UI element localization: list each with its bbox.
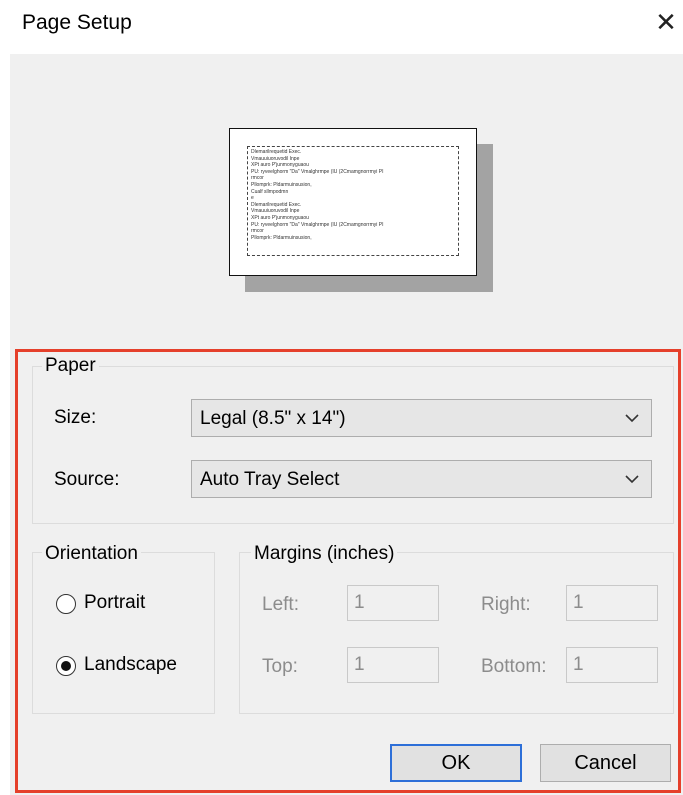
preview-text-line: rmcor [251, 228, 264, 235]
preview-text-line: e [251, 195, 254, 202]
page-preview: Dlemarilrequetid Exec. Vmauuiuoruvodil I… [229, 128, 477, 276]
preview-text-line: Pllomprk: Pldarmuinsusion, [251, 181, 312, 188]
highlight-box [15, 349, 681, 793]
preview-text-line: rmcor [251, 175, 264, 182]
preview-text-line: PU: ryveelghorm "Da" Vmalghrmpe (IU (2Cm… [251, 221, 384, 228]
preview-text-line: Pllomprk: Pldarmuinsusion, [251, 234, 312, 241]
preview-text-line: Vmauuiuoruvodil Inpe [251, 208, 300, 215]
preview-text-line: Dlemarilrequetid Exec. [251, 201, 302, 208]
preview-text-line: PU: ryveelghorm "Da" Vmalghrmpe (IU (2Cm… [251, 168, 384, 175]
preview-text-line: XPt auro P'junmonyguaou [251, 162, 309, 169]
preview-text-line: XPt auro P'junmonyguaou [251, 214, 309, 221]
close-icon[interactable]: ✕ [652, 6, 680, 38]
preview-text-line: Cualf sllmpodmn [251, 188, 289, 195]
title-bar: Page Setup ✕ [0, 0, 683, 50]
dialog-title: Page Setup [22, 11, 132, 34]
preview-text-line: Vmauuiuoruvodil Inpe [251, 155, 300, 162]
page-preview-print-area: Dlemarilrequetid Exec. Vmauuiuoruvodil I… [247, 146, 459, 256]
preview-text-line: Dlemarilrequetid Exec. [251, 149, 302, 155]
